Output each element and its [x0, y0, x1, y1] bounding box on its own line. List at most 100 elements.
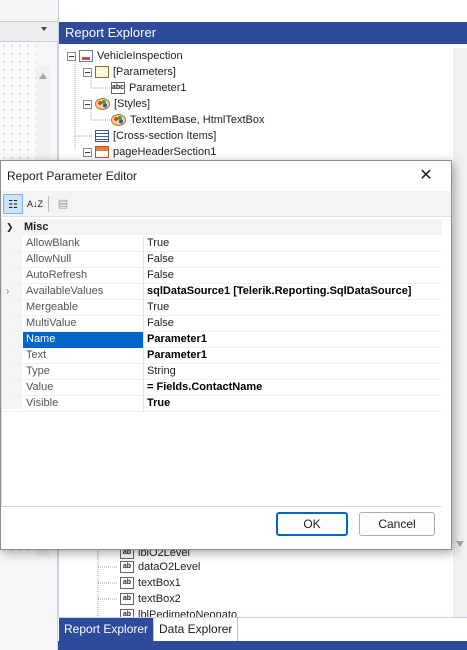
- tree-node-lblpedimetoneonato[interactable]: ab lblPedimetoNeonato: [120, 607, 237, 617]
- section-icon: [95, 146, 109, 159]
- tree-node-label: lblPedimetoNeonato: [138, 609, 238, 617]
- property-row-name[interactable]: Name Parameter1: [2, 332, 442, 348]
- chevron-right-icon[interactable]: ›: [6, 284, 18, 299]
- property-value[interactable]: sqlDataSource1 [Telerik.Reporting.SqlDat…: [146, 284, 442, 299]
- tree-node-parameter1[interactable]: abc Parameter1: [111, 80, 186, 96]
- property-row-text[interactable]: Text Parameter1: [2, 348, 442, 364]
- abc-icon: ab: [120, 561, 134, 574]
- property-name[interactable]: AvailableValues: [23, 284, 144, 300]
- property-name[interactable]: MultiValue: [23, 316, 144, 332]
- tree-node-parameters[interactable]: [Parameters]: [83, 64, 176, 80]
- dropdown-arrow-icon[interactable]: [41, 27, 47, 31]
- property-value[interactable]: False: [146, 316, 442, 331]
- tree-node-textbox1[interactable]: ab textBox1: [120, 575, 181, 591]
- tree-connector-lines: [97, 545, 118, 617]
- property-value[interactable]: String: [146, 364, 442, 379]
- explorer-tab-bar: Report Explorer Data Explorer: [58, 617, 467, 642]
- property-name[interactable]: Name: [23, 332, 144, 348]
- property-row-multivalue[interactable]: MultiValue False: [2, 316, 442, 332]
- tree-node-label: dataO2Level: [138, 561, 201, 573]
- property-value[interactable]: False: [146, 252, 442, 267]
- tree-node-label: VehicleInspection: [97, 50, 183, 62]
- property-grid-toolbar: ☷ A↓Z ▤: [1, 191, 451, 217]
- property-value[interactable]: True: [146, 396, 442, 411]
- property-name[interactable]: Value: [23, 380, 144, 396]
- abc-icon: ab: [120, 609, 134, 617]
- scroll-up-icon[interactable]: [39, 73, 47, 79]
- tree-node-label: [Cross-section Items]: [113, 130, 217, 142]
- designer-toolbar: [0, 0, 58, 22]
- collapse-icon[interactable]: [67, 51, 76, 61]
- status-strip: [58, 641, 467, 650]
- abc-icon: ab: [120, 577, 134, 590]
- property-value[interactable]: Parameter1: [146, 348, 442, 363]
- tab-data-explorer[interactable]: Data Explorer: [153, 618, 239, 642]
- property-name[interactable]: AllowNull: [23, 252, 144, 268]
- property-row-allownull[interactable]: AllowNull False: [2, 252, 442, 268]
- expand-icon[interactable]: [83, 147, 92, 157]
- property-value[interactable]: True: [146, 236, 442, 251]
- property-row-type[interactable]: Type String: [2, 364, 442, 380]
- cancel-button[interactable]: Cancel: [359, 512, 435, 536]
- categorized-icon[interactable]: ☷: [3, 194, 23, 214]
- tree-node-styles[interactable]: [Styles]: [83, 96, 150, 112]
- category-label: Misc: [24, 221, 49, 233]
- tree-node-label: textBox1: [138, 577, 181, 589]
- property-name[interactable]: Mergeable: [23, 300, 144, 316]
- toolbar-separator: [48, 196, 49, 212]
- cross-section-icon: [95, 130, 109, 143]
- tree-node-style-rule[interactable]: TextItemBase, HtmlTextBox: [111, 112, 265, 128]
- chevron-down-icon[interactable]: ❯: [6, 219, 18, 235]
- designer-ruler: [0, 22, 58, 42]
- property-row-autorefresh[interactable]: AutoRefresh False: [2, 268, 442, 284]
- report-explorer-title: Report Explorer: [59, 22, 467, 44]
- tree-node-label: [Styles]: [114, 98, 151, 110]
- property-row-value[interactable]: Value = Fields.ContactName: [2, 380, 442, 396]
- abc-icon: abc: [111, 82, 125, 95]
- report-parameter-editor-dialog: Report Parameter Editor ✕ ☷ A↓Z ▤ ❯ Misc…: [0, 160, 452, 550]
- report-explorer-scrollbar[interactable]: [453, 48, 467, 617]
- dialog-title: Report Parameter Editor: [1, 161, 451, 191]
- category-row-misc[interactable]: ❯ Misc: [2, 219, 442, 235]
- tree-node-textbox2[interactable]: ab textBox2: [120, 591, 181, 607]
- property-name[interactable]: Type: [23, 364, 144, 380]
- tree-node-label: pageHeaderSection1: [113, 146, 217, 158]
- tab-report-explorer[interactable]: Report Explorer: [59, 618, 154, 642]
- collapse-icon[interactable]: [83, 67, 92, 77]
- tree-node-cross-section[interactable]: [Cross-section Items]: [95, 128, 216, 144]
- close-icon[interactable]: ✕: [413, 163, 439, 189]
- property-row-allowblank[interactable]: AllowBlank True: [2, 236, 442, 252]
- property-name[interactable]: Visible: [23, 396, 144, 412]
- tree-node-label: Parameter1: [129, 82, 187, 94]
- parameters-icon: [95, 66, 109, 79]
- panel-top-area: [59, 0, 467, 22]
- styles-icon: [95, 98, 110, 111]
- property-pages-icon[interactable]: ▤: [53, 194, 73, 214]
- property-grid: ❯ Misc AllowBlank True AllowNull False AutoR…: [1, 219, 442, 507]
- ide-window: Report Explorer VehicleInspection [Param…: [0, 0, 467, 650]
- abc-icon: ab: [120, 593, 134, 606]
- report-icon: [79, 50, 93, 63]
- tree-node-label: TextItemBase, HtmlTextBox: [130, 114, 265, 126]
- ok-button[interactable]: OK: [276, 512, 348, 536]
- property-row-visible[interactable]: Visible True: [2, 396, 442, 412]
- collapse-icon[interactable]: [83, 99, 92, 109]
- property-name[interactable]: Text: [23, 348, 144, 364]
- tree-node-page-header[interactable]: pageHeaderSection1: [83, 144, 216, 160]
- tree-node-label: textBox2: [138, 593, 181, 605]
- property-value[interactable]: = Fields.ContactName: [146, 380, 442, 395]
- property-value[interactable]: Parameter1: [146, 332, 442, 347]
- property-row-mergeable[interactable]: Mergeable True: [2, 300, 442, 316]
- alphabetical-sort-icon[interactable]: A↓Z: [25, 194, 45, 214]
- property-name[interactable]: AutoRefresh: [23, 268, 144, 284]
- property-name[interactable]: AllowBlank: [23, 236, 144, 252]
- scroll-down-icon[interactable]: [456, 541, 464, 547]
- styles-icon: [111, 114, 126, 127]
- tree-node-datao2level[interactable]: ab dataO2Level: [120, 559, 200, 575]
- report-tree-lower: ab lblO2Level ab dataO2Level ab textBox1 ab…: [58, 545, 467, 617]
- property-value[interactable]: True: [146, 300, 442, 315]
- property-row-availablevalues[interactable]: › AvailableValues sqlDataSource1 [Telerik.…: [2, 284, 442, 300]
- tree-node-label: [Parameters]: [113, 66, 176, 78]
- property-value[interactable]: False: [146, 268, 442, 283]
- tree-node-report[interactable]: VehicleInspection: [67, 48, 183, 64]
